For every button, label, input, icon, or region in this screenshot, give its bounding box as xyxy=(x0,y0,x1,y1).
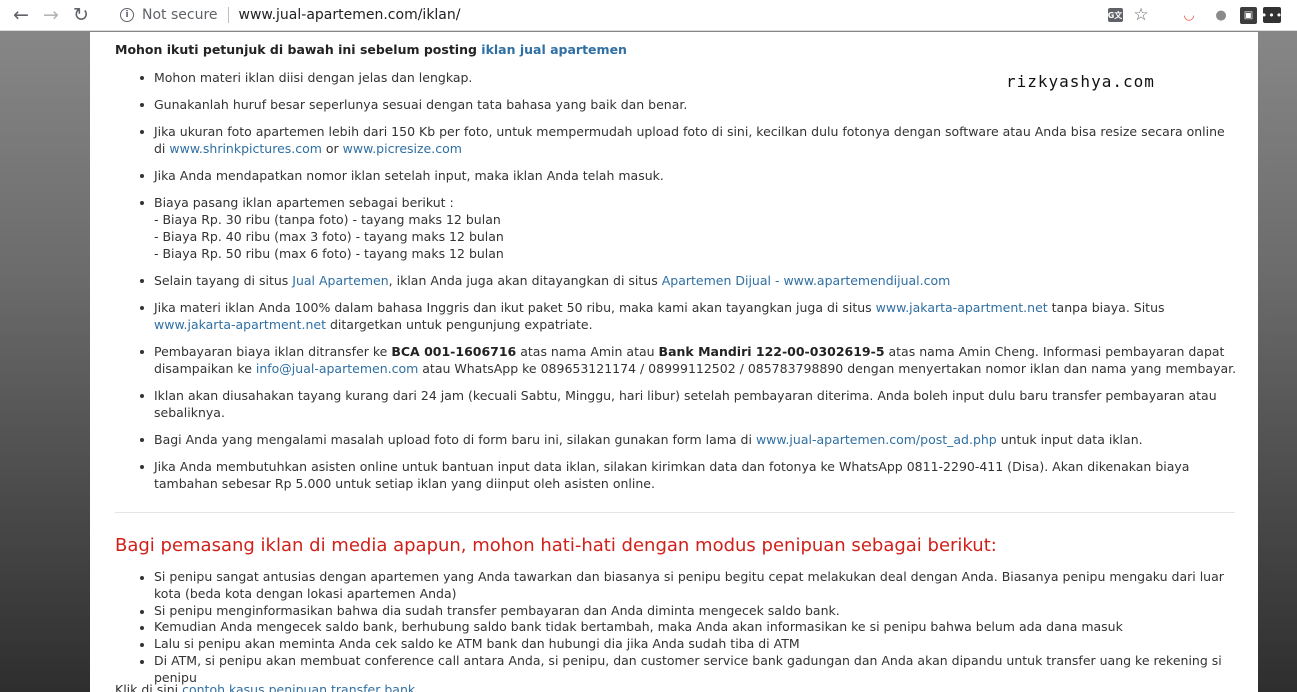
email-link[interactable]: info@jual-apartemen.com xyxy=(256,361,418,376)
rule-item: Jika materi iklan Anda 100% dalam bahasa… xyxy=(140,299,1237,333)
rule-text: Mohon materi iklan diisi dengan jelas da… xyxy=(154,70,473,85)
rule-text: Pembayaran biaya iklan ditransfer ke xyxy=(154,344,392,359)
rule-text: Bagi Anda yang mengalami masalah upload … xyxy=(154,432,756,447)
rule-text: atas nama Amin atau xyxy=(516,344,659,359)
shrinkpictures-link[interactable]: www.shrinkpictures.com xyxy=(169,141,322,156)
rule-text: Selain tayang di situs xyxy=(154,273,293,288)
rule-item: Gunakanlah huruf besar seperlunya sesuai… xyxy=(140,96,1237,113)
jakarta-apartment-link-2[interactable]: www.jakarta-apartment.net xyxy=(154,317,326,332)
address-separator xyxy=(227,7,229,23)
fraud-item: Lalu si penipu akan meminta Anda cek sal… xyxy=(140,636,1237,653)
forward-button[interactable]: → xyxy=(36,0,66,31)
fraud-example-line: Klik di sini contoh kasus penipuan trans… xyxy=(115,682,415,692)
fraud-warning-title: Bagi pemasang iklan di media apapun, moh… xyxy=(115,535,997,556)
security-label[interactable]: Not secure xyxy=(142,7,218,23)
rule-text: Gunakanlah huruf besar seperlunya sesuai… xyxy=(154,97,688,112)
intro-heading: Mohon ikuti petunjuk di bawah ini sebelu… xyxy=(115,42,627,57)
rule-text: ditargetkan untuk pengunjung expatriate. xyxy=(326,317,593,332)
rules-list: Mohon materi iklan diisi dengan jelas da… xyxy=(140,69,1237,502)
picresize-link[interactable]: www.picresize.com xyxy=(343,141,462,156)
bca-account: BCA 001-1606716 xyxy=(391,344,517,359)
footer-text: Klik di sini xyxy=(115,682,183,692)
fee-line: - Biaya Rp. 30 ribu (tanpa foto) - tayan… xyxy=(154,212,501,227)
fraud-item: Kemudian Anda mengecek saldo bank, berhu… xyxy=(140,619,1237,636)
screenshot-extension-icon[interactable]: ▣ xyxy=(1240,6,1257,24)
rule-text: Iklan akan diusahakan tayang kurang dari… xyxy=(154,388,1217,420)
rule-item: Jika Anda membutuhkan asisten online unt… xyxy=(140,458,1237,492)
rule-item: Iklan akan diusahakan tayang kurang dari… xyxy=(140,387,1237,421)
speed-gauge-extension-icon[interactable]: ◡ xyxy=(1176,3,1202,27)
bookmark-star-button[interactable]: ☆ xyxy=(1128,3,1154,27)
jakarta-apartment-link[interactable]: www.jakarta-apartment.net xyxy=(876,300,1048,315)
rule-item: Bagi Anda yang mengalami masalah upload … xyxy=(140,431,1237,448)
rule-text: tanpa biaya. Situs xyxy=(1047,300,1165,315)
rule-item: Pembayaran biaya iklan ditransfer ke BCA… xyxy=(140,343,1237,377)
rule-text: untuk input data iklan. xyxy=(996,432,1143,447)
extensions-area: ◡ ● ▣ ••• xyxy=(1176,3,1282,27)
fraud-item: Si penipu sangat antusias dengan apartem… xyxy=(140,569,1237,603)
intro-text: Mohon ikuti petunjuk di bawah ini sebelu… xyxy=(115,42,482,57)
rule-item: Jika Anda mendapatkan nomor iklan setela… xyxy=(140,167,1237,184)
rule-text: , iklan Anda juga akan ditayangkan di si… xyxy=(388,273,662,288)
rule-text: Jika Anda membutuhkan asisten online unt… xyxy=(154,459,1190,491)
fees-title: Biaya pasang iklan apartemen sebagai ber… xyxy=(154,195,454,210)
rule-text: Jika materi iklan Anda 100% dalam bahasa… xyxy=(154,300,876,315)
section-divider xyxy=(115,512,1235,513)
color-drop-extension-icon[interactable]: ● xyxy=(1208,3,1234,27)
rule-item: Mohon materi iklan diisi dengan jelas da… xyxy=(140,69,1237,86)
rule-text: Jika Anda mendapatkan nomor iklan setela… xyxy=(154,168,664,183)
arrow-right-icon: → xyxy=(43,4,59,26)
star-icon: ☆ xyxy=(1133,5,1149,25)
menu-extension-icon[interactable]: ••• xyxy=(1261,7,1282,23)
info-icon[interactable]: i xyxy=(120,8,134,22)
rule-text: or xyxy=(321,141,343,156)
iklan-jual-apartemen-link[interactable]: iklan jual apartemen xyxy=(481,42,627,57)
fraud-list: Si penipu sangat antusias dengan apartem… xyxy=(140,569,1237,687)
reload-icon: ↻ xyxy=(73,4,89,26)
old-form-link[interactable]: www.jual-apartemen.com/post_ad.php xyxy=(756,432,997,447)
address-bar-actions: G文 ☆ xyxy=(1102,3,1154,27)
rule-item-fees: Biaya pasang iklan apartemen sebagai ber… xyxy=(140,194,1237,262)
fraud-item: Si penipu menginformasikan bahwa dia sud… xyxy=(140,603,1237,620)
mandiri-account: Bank Mandiri 122-00-0302619-5 xyxy=(658,344,885,359)
translate-button[interactable]: G文 xyxy=(1102,3,1128,27)
apartemen-dijual-link[interactable]: Apartemen Dijual - www.apartemendijual.c… xyxy=(662,273,951,288)
arrow-left-icon: ← xyxy=(13,4,29,26)
translate-icon: G文 xyxy=(1107,8,1123,22)
back-button[interactable]: ← xyxy=(6,0,36,31)
rule-text: atau WhatsApp ke 089653121174 / 08999112… xyxy=(418,361,1237,376)
address-bar[interactable]: i Not secure www.jual-apartemen.com/ikla… xyxy=(108,3,1154,27)
fee-line: - Biaya Rp. 40 ribu (max 3 foto) - tayan… xyxy=(154,229,504,244)
fee-line: - Biaya Rp. 50 ribu (max 6 foto) - tayan… xyxy=(154,246,504,261)
jual-apartemen-link[interactable]: Jual Apartemen xyxy=(292,273,388,288)
reload-button[interactable]: ↻ xyxy=(66,0,96,31)
fraud-example-link[interactable]: contoh kasus penipuan transfer bank xyxy=(182,682,415,692)
url-text[interactable]: www.jual-apartemen.com/iklan/ xyxy=(239,7,461,23)
page-content: Mohon ikuti petunjuk di bawah ini sebelu… xyxy=(90,32,1258,692)
rule-item: Selain tayang di situs Jual Apartemen, i… xyxy=(140,272,1237,289)
rule-item: Jika ukuran foto apartemen lebih dari 15… xyxy=(140,123,1237,157)
browser-toolbar: ← → ↻ i Not secure www.jual-apartemen.co… xyxy=(0,0,1297,31)
